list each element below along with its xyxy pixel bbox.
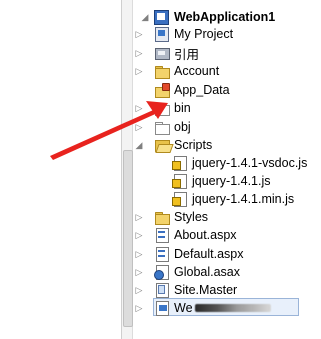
open-folder-icon [154,137,170,153]
aspx-file-icon [154,246,170,262]
aspx-file-icon [154,227,170,243]
javascript-file-icon [172,191,188,207]
tree-node-label: Global.asax [174,265,241,279]
left-panel-area [0,0,121,339]
config-file-icon [154,300,170,316]
tree-node-label: We [174,301,193,315]
tree-node-web-config[interactable]: We [154,298,271,318]
expand-icon[interactable]: ▷ [134,262,144,282]
redacted-text [194,304,271,312]
tree-node-jquery-vsdoc[interactable]: jquery-1.4.1-vsdoc.js [172,153,307,173]
tree-node-label: Site.Master [174,283,238,297]
tree-node-label: Scripts [174,138,213,152]
tree-node-jquery-min[interactable]: jquery-1.4.1.min.js [172,189,294,209]
tree-node-label: Account [174,64,220,78]
tree-node-default-aspx[interactable]: Default.aspx [154,244,243,264]
tree-node-label: About.aspx [174,228,237,242]
tree-node-label: WebApplication1 [174,10,276,24]
tree-node-label: jquery-1.4.1-vsdoc.js [192,156,308,170]
tree-node-about-aspx[interactable]: About.aspx [154,225,237,245]
app-data-folder-icon [154,82,170,98]
tree-node-jquery[interactable]: jquery-1.4.1.js [172,171,271,191]
vertical-scrollbar[interactable] [121,0,133,339]
tree-node-site-master[interactable]: Site.Master [154,280,237,300]
references-icon [154,45,170,61]
tree-node-scripts[interactable]: Scripts [154,135,212,155]
hidden-folder-icon [154,100,170,116]
tree-node-obj[interactable]: obj [154,117,191,137]
tree-node-styles[interactable]: Styles [154,207,208,227]
expand-icon[interactable]: ▷ [134,98,144,118]
expand-icon[interactable]: ▷ [134,244,144,264]
expand-icon[interactable]: ▷ [134,61,144,81]
master-page-icon [154,282,170,298]
tree-node-label: jquery-1.4.1.js [192,174,271,188]
tree-node-my-project[interactable]: My Project [154,24,233,44]
javascript-file-icon [172,173,188,189]
folder-icon [154,63,170,79]
hidden-folder-icon [154,119,170,135]
tree-node-account[interactable]: Account [154,61,219,81]
expand-icon[interactable]: ▷ [134,280,144,300]
tree-node-label: Default.aspx [174,247,244,261]
expand-icon[interactable]: ▷ [134,298,144,318]
tree-node-label: 引用 [174,47,200,62]
expand-icon[interactable]: ▷ [134,225,144,245]
collapse-icon[interactable]: ◢ [134,135,144,155]
expand-icon[interactable]: ▷ [134,24,144,44]
tree-node-label: bin [174,101,191,115]
asax-file-icon [154,264,170,280]
tree-node-bin[interactable]: bin [154,98,191,118]
tree-node-label: Styles [174,210,209,224]
expand-icon[interactable]: ▷ [134,43,144,63]
tree-node-label: obj [174,120,191,134]
tree-node-label: App_Data [174,83,230,97]
scrollbar-thumb[interactable] [123,150,133,327]
my-project-icon [154,26,170,42]
expand-icon[interactable]: ▷ [134,117,144,137]
project-icon [154,9,170,25]
folder-icon [154,209,170,225]
javascript-file-icon [172,155,188,171]
tree-node-label: My Project [174,27,234,41]
expand-icon[interactable]: ▷ [134,207,144,227]
tree-node-global-asax[interactable]: Global.asax [154,262,240,282]
tree-node-references[interactable]: 引用 [154,43,199,63]
tree-node-label: jquery-1.4.1.min.js [192,192,295,206]
tree-node-app-data[interactable]: App_Data [154,80,230,100]
